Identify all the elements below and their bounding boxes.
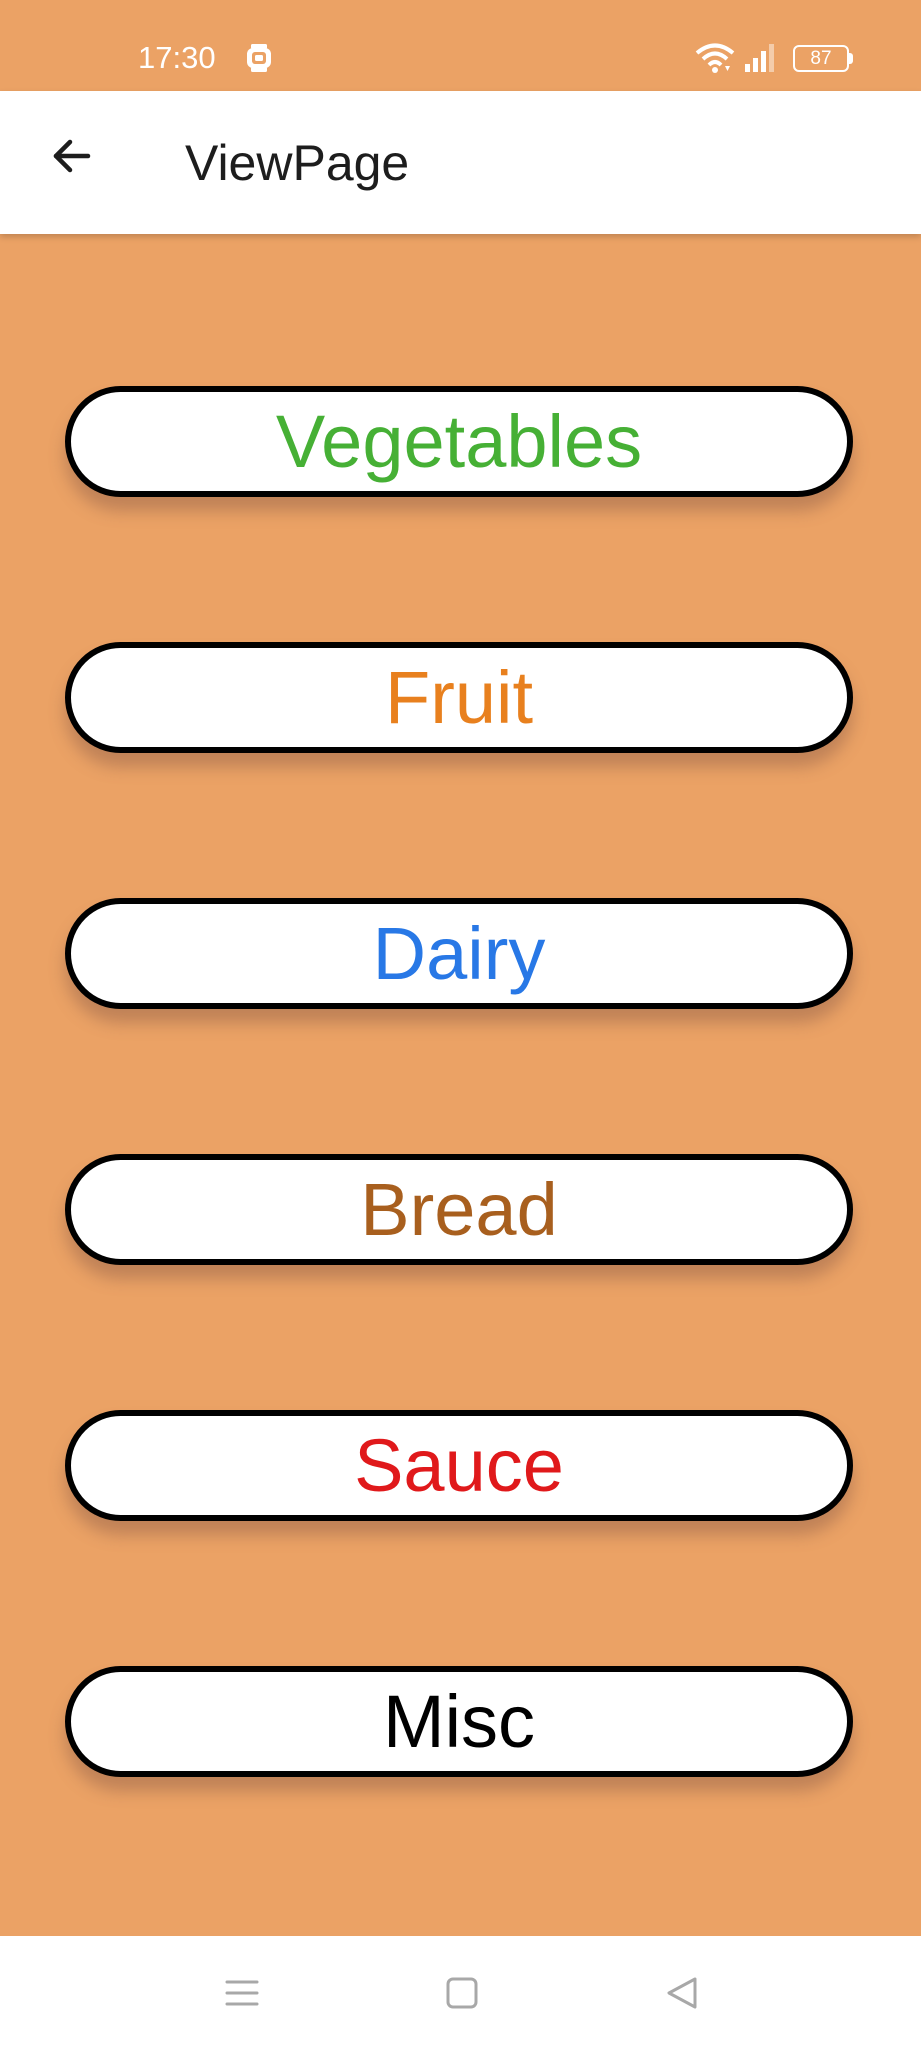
category-label: Bread (360, 1167, 558, 1251)
dairy-button[interactable]: Dairy (65, 898, 853, 1009)
battery-tip (849, 53, 853, 64)
misc-button[interactable]: Misc (65, 1666, 853, 1777)
wifi-icon (695, 42, 735, 74)
back-triangle-icon[interactable] (664, 1975, 700, 2011)
category-label: Dairy (372, 911, 546, 995)
vegetables-button[interactable]: Vegetables (65, 386, 853, 497)
category-label: Sauce (354, 1423, 564, 1507)
app-bar (0, 91, 921, 234)
sauce-button[interactable]: Sauce (65, 1410, 853, 1521)
back-button[interactable] (38, 122, 106, 190)
watch-icon (244, 43, 274, 73)
category-label: Misc (382, 1679, 536, 1763)
status-bar: 17:30 87 (0, 0, 921, 91)
category-label: Fruit (385, 655, 533, 739)
menu-icon[interactable] (224, 1975, 260, 2011)
arrow-left-icon (53, 139, 91, 173)
battery-icon: 87 (793, 45, 853, 72)
page-title: ViewPage (185, 135, 410, 191)
battery-level: 87 (810, 48, 832, 69)
signal-icon (741, 42, 781, 74)
fruit-button[interactable]: Fruit (65, 642, 853, 753)
home-icon[interactable] (444, 1975, 480, 2011)
status-time: 17:30 (138, 40, 216, 75)
bread-button[interactable]: Bread (65, 1154, 853, 1265)
category-label: Vegetables (275, 399, 643, 483)
